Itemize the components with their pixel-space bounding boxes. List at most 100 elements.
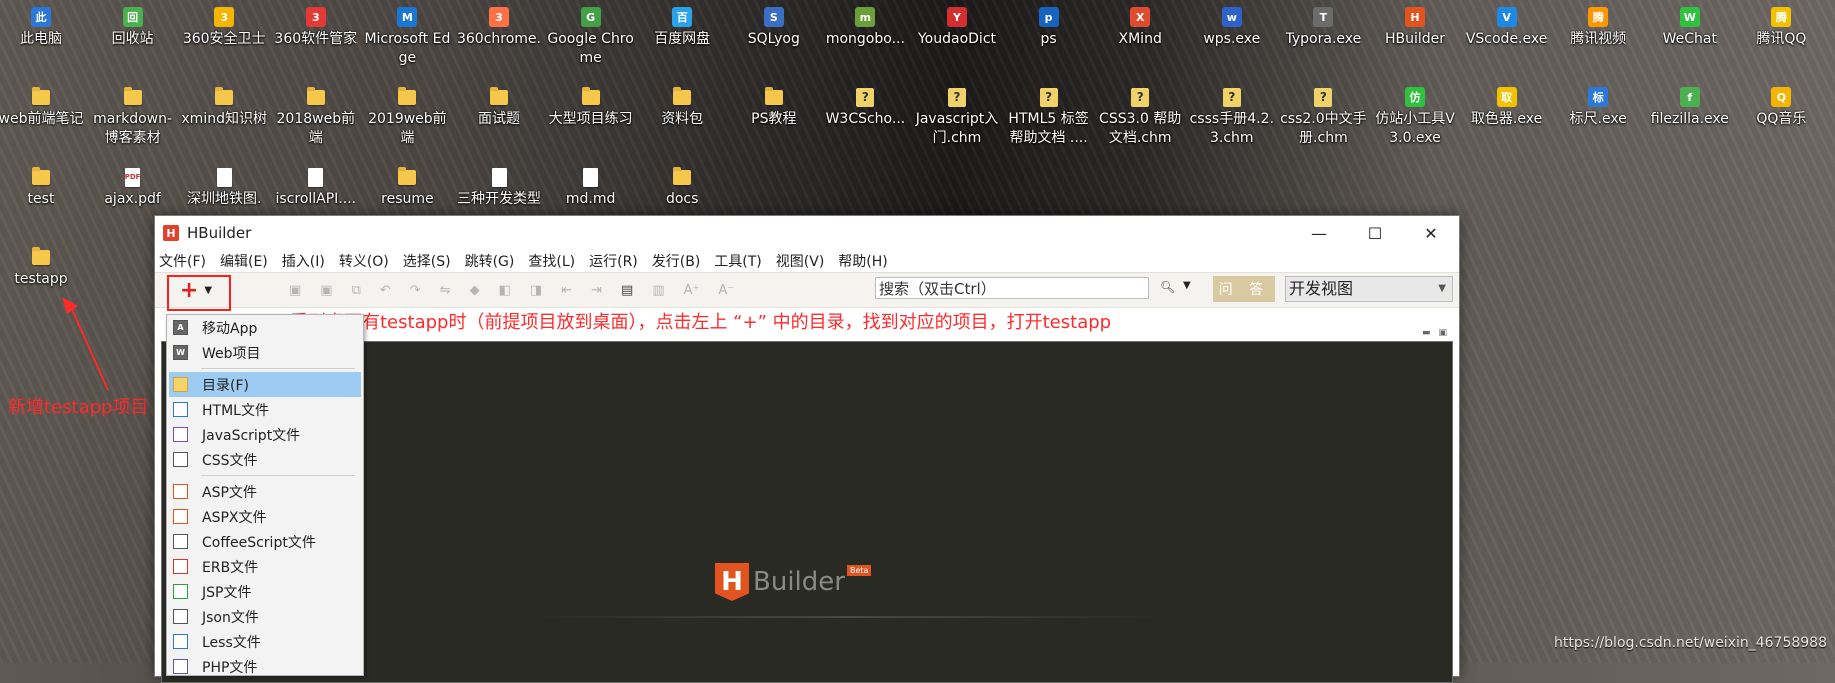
panel-controls: ▬ ▣ (1422, 328, 1447, 338)
new-menu-item[interactable]: JSP文件 (167, 579, 363, 604)
toolbar-icons: ▣ ▣ ⧉ ↶ ↷ ⇋ ◆ ◧ ◨ ⇤ ⇥ ▤ ▥ A⁺ A⁻ (289, 283, 734, 298)
new-menu-item-label: 目录(F) (202, 377, 249, 394)
ask-button[interactable]: 问 答 (1213, 276, 1275, 302)
new-menu-item-label: Json文件 (202, 609, 259, 626)
menu-item[interactable]: 工具(T) (714, 251, 761, 271)
menu-item[interactable]: 插入(I) (282, 251, 325, 271)
annotation-main-note: 看到桌面有testapp时（前提项目放到桌面），点击左上 “+” 中的目录，找到… (290, 312, 1112, 333)
menu-item[interactable]: 选择(S) (403, 251, 451, 271)
close-button[interactable]: ✕ (1403, 216, 1459, 250)
menu-item[interactable]: 查找(L) (528, 251, 575, 271)
file-type-icon (173, 634, 188, 649)
menu-separator (201, 368, 355, 369)
new-menu-item[interactable]: 目录(F) (169, 372, 361, 397)
minimize-button[interactable]: — (1291, 216, 1347, 250)
file-type-icon (173, 659, 188, 674)
brand-divider (530, 616, 1170, 618)
new-menu-item[interactable]: CSS文件 (167, 447, 363, 472)
file-type-icon (173, 559, 188, 574)
menu-item[interactable]: 转义(O) (339, 251, 389, 271)
hbuilder-brand-logo: H Builder Beta (715, 563, 872, 601)
file-type-icon (173, 452, 188, 467)
new-menu-item[interactable]: PHP文件 (167, 654, 363, 679)
save-all-icon[interactable]: ▣ (320, 283, 332, 298)
toolbar: + ▼ ▣ ▣ ⧉ ↶ ↷ ⇋ ◆ ◧ ◨ ⇤ ⇥ ▤ ▥ A⁺ A⁻ 搜索（双… (155, 272, 1459, 308)
new-menu-item[interactable]: Less文件 (167, 629, 363, 654)
new-menu-item[interactable]: W Web项目 (167, 340, 363, 365)
file-type-icon (173, 609, 188, 624)
chevron-down-icon: ▼ (1438, 283, 1446, 294)
device-preview-icon[interactable]: ▥ (652, 283, 664, 298)
new-menu-item[interactable]: A 移动App (167, 315, 363, 340)
menu-item[interactable]: 运行(R) (589, 251, 638, 271)
file-type-icon (173, 534, 188, 549)
font-decrease-icon[interactable]: A⁻ (718, 283, 734, 298)
title-bar[interactable]: H HBuilder — ☐ ✕ (155, 216, 1459, 250)
copy-icon[interactable]: ⧉ (352, 283, 361, 298)
panel-minimize-icon[interactable]: ▬ (1422, 328, 1431, 338)
folder-icon (173, 377, 188, 392)
format-icon[interactable]: ⇋ (440, 283, 451, 298)
save-icon[interactable]: ▣ (289, 283, 301, 298)
new-menu-item-label: CoffeeScript文件 (202, 534, 316, 551)
menu-item[interactable]: 帮助(H) (838, 251, 887, 271)
menu-item[interactable]: 视图(V) (776, 251, 825, 271)
watermark: https://blog.csdn.net/weixin_46758988 (1553, 635, 1827, 651)
annotation-highlight-box (167, 275, 231, 311)
jump-prev-icon[interactable]: ⇤ (561, 283, 572, 298)
menu-item[interactable]: 跳转(G) (465, 251, 515, 271)
panel-maximize-icon[interactable]: ▣ (1438, 328, 1447, 338)
redo-icon[interactable]: ↷ (410, 283, 421, 298)
search-options-chevron-icon[interactable]: ▼ (1183, 280, 1191, 291)
menu-bar: 文件(F) 编辑(E) 插入(I) 转义(O) 选择(S) 跳转(G) 查找(L) 运行(R)… (155, 250, 1459, 272)
window-title: HBuilder (187, 224, 252, 242)
maximize-button[interactable]: ☐ (1347, 216, 1403, 250)
new-menu-item-label: ASP文件 (202, 484, 257, 501)
file-type-icon: A (173, 320, 188, 335)
font-increase-icon[interactable]: A⁺ (684, 283, 700, 298)
file-type-icon (173, 584, 188, 599)
menu-item[interactable]: 文件(F) (159, 251, 206, 271)
new-menu-item[interactable]: JavaScript文件 (167, 422, 363, 447)
file-type-icon (173, 509, 188, 524)
view-select[interactable]: 开发视图 ▼ (1285, 276, 1453, 302)
annotation-left-note: 新增testapp项目 (8, 397, 149, 418)
file-type-icon (173, 484, 188, 499)
undo-icon[interactable]: ↶ (380, 283, 391, 298)
new-menu-item-label: HTML文件 (202, 402, 269, 419)
bookmark-prev-icon[interactable]: ◧ (499, 283, 511, 298)
new-menu-item[interactable]: Json文件 (167, 604, 363, 629)
file-type-icon (173, 402, 188, 417)
jump-next-icon[interactable]: ⇥ (591, 283, 602, 298)
new-menu-item-label: JSP文件 (202, 584, 252, 601)
bookmark-next-icon[interactable]: ◨ (530, 283, 542, 298)
new-menu-item-label: JavaScript文件 (202, 427, 301, 444)
new-menu-item[interactable]: ASPX文件 (167, 504, 363, 529)
new-menu-item[interactable]: CoffeeScript文件 (167, 529, 363, 554)
hbuilder-h-icon: H (715, 563, 749, 601)
new-menu: A 移动App W Web项目目录(F) HTML文件 JavaScript文件 CSS文件… (166, 314, 364, 676)
bookmark-icon[interactable]: ◆ (470, 283, 480, 298)
new-menu-item-label: PHP文件 (202, 659, 258, 676)
new-menu-item-label: ERB文件 (202, 559, 259, 576)
new-menu-item-label: CSS文件 (202, 452, 258, 469)
menu-item[interactable]: 编辑(E) (220, 251, 268, 271)
view-select-value: 开发视图 (1289, 279, 1354, 298)
menu-separator (201, 475, 355, 476)
new-menu-item[interactable]: ERB文件 (167, 554, 363, 579)
file-type-icon: W (173, 345, 188, 360)
brand-word: Builder (753, 567, 845, 597)
new-menu-item[interactable]: HTML文件 (167, 397, 363, 422)
search-input[interactable]: 搜索（双击Ctrl） (875, 277, 1149, 299)
hbuilder-logo-icon: H (163, 225, 179, 241)
menu-item[interactable]: 发行(B) (652, 251, 701, 271)
search-icon[interactable]: 🔍︎ (1160, 280, 1175, 294)
new-menu-item-label: Less文件 (202, 634, 261, 651)
new-menu-item-label: ASPX文件 (202, 509, 267, 526)
new-menu-item-label: Web项目 (202, 345, 261, 362)
file-type-icon (173, 427, 188, 442)
beta-badge: Beta (846, 565, 872, 576)
new-menu-item-label: 移动App (202, 320, 258, 337)
new-menu-item[interactable]: ASP文件 (167, 479, 363, 504)
browser-preview-icon[interactable]: ▤ (621, 283, 633, 298)
